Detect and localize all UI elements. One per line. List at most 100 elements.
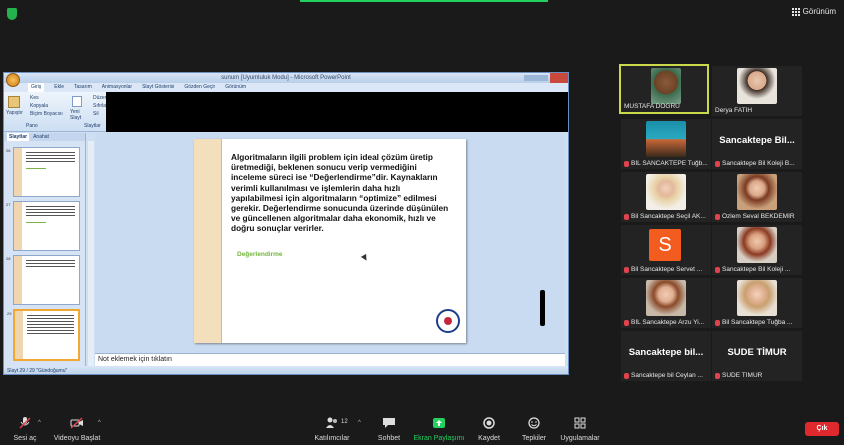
start-video-label: Videoyu Başlat — [53, 435, 101, 442]
participant-tile[interactable]: MUSTAFA DOĞRU — [619, 64, 709, 114]
muted-mic-icon — [715, 372, 720, 379]
participant-name: Bil Sancaktepe Seçil AK... — [624, 213, 709, 220]
video-options-chevron-icon[interactable]: ^ — [98, 420, 101, 426]
participant-tile[interactable]: S Bil Sancaktepe Servet ... — [621, 225, 711, 275]
participants-chevron-icon[interactable]: ^ — [358, 420, 361, 426]
slide-subtitle: Değerlendirme — [237, 251, 283, 258]
chat-label: Sohbet — [377, 435, 401, 442]
delete-label: Sil — [93, 111, 99, 117]
slide-body-text: Algoritmaların ilgili problem için ideal… — [231, 152, 449, 234]
muted-mic-icon — [624, 266, 629, 273]
shared-screen: sunum [Uyumluluk Modu] - Microsoft Power… — [3, 72, 569, 375]
muted-mic-icon — [715, 213, 720, 220]
participant-tile[interactable]: Bil Sancaktepe Seçil AK... — [621, 172, 711, 222]
view-button[interactable]: Görünüm — [791, 7, 836, 16]
ribbon-tabs: Giriş Ekle Tasarım Animasyonlar Slayt Gö… — [4, 83, 568, 92]
participant-video — [651, 68, 681, 104]
participant-name: Derya FATİH — [715, 107, 753, 114]
cut-label: Kes — [30, 95, 39, 101]
participant-tile[interactable]: BİL Sancaktepe Arzu Yi... — [621, 278, 711, 328]
participant-name: Bil Sancaktepe Servet ... — [624, 266, 709, 273]
slide-thumbnail: 28 — [6, 255, 80, 305]
thumb-number: 29 — [7, 311, 12, 316]
muted-mic-icon — [624, 160, 629, 167]
participants-button[interactable]: Katılımcılar — [312, 410, 352, 442]
record-button[interactable]: Kaydet — [474, 410, 504, 442]
slides-pane: Slaytlar Anahat 26 27 28 29 — [4, 133, 86, 366]
participant-avatar: S — [649, 229, 681, 261]
participant-display-name: Sancaktepe bil... — [628, 347, 704, 358]
redacted-ribbon-area — [106, 92, 568, 132]
participant-video — [737, 68, 777, 104]
participant-name: Sancaktepe Bil Koleji ... — [715, 266, 800, 273]
muted-mic-icon — [624, 319, 629, 326]
thumb-number: 28 — [6, 256, 11, 261]
slide-thumbnail: 27 — [6, 201, 80, 251]
ppt-title-bar: sunum [Uyumluluk Modu] - Microsoft Power… — [4, 73, 568, 83]
slide-thumbnail: 26 — [6, 147, 80, 197]
participant-video — [646, 174, 686, 210]
leave-meeting-button[interactable]: Çık — [805, 422, 839, 436]
participant-tile[interactable]: Bil Sancaktepe Tuğba ... — [712, 278, 802, 328]
tab-design: Tasarım — [74, 84, 92, 90]
participant-name: BİL Sancaktepe Arzu Yi... — [624, 319, 709, 326]
participant-tile[interactable]: BİL SANCAKTEPE Tuğb... — [621, 119, 711, 169]
record-icon — [483, 417, 495, 429]
participant-video — [737, 280, 777, 316]
top-bar: Görünüm — [0, 0, 844, 26]
participant-tile[interactable]: Sancaktepe Bil... Sancaktepe Bil Koleji … — [712, 119, 802, 169]
participant-name: MUSTAFA DOĞRU — [624, 103, 680, 110]
participant-display-name: SUDE TİMUR — [727, 347, 787, 358]
slide-thumbnail-selected: 29 — [7, 309, 80, 361]
apps-button[interactable]: Uygulamalar — [558, 410, 602, 442]
sharing-indicator-bar — [300, 0, 548, 2]
meeting-toolbar: Sesi aç ^ Videoyu Başlat ^ Katılımcılar … — [0, 410, 844, 445]
grid-view-icon — [791, 7, 800, 16]
slides-group-label: Slaytlar — [84, 123, 101, 129]
tab-slides: Slaytlar — [7, 133, 30, 141]
video-off-icon — [70, 417, 83, 429]
participant-tile[interactable]: Derya FATİH — [712, 66, 802, 116]
notes-pane: Not eklemek için tıklatın — [95, 353, 565, 366]
participant-name: Özlem Seval BEKDEMİR — [715, 213, 800, 220]
slide-editing-area: Algoritmaların ilgili problem için ideal… — [95, 133, 565, 353]
participant-tile[interactable]: SUDE TİMUR SUDE TİMUR — [712, 331, 802, 381]
tab-view: Görünüm — [225, 84, 247, 90]
tab-insert: Ekle — [54, 84, 65, 90]
zoom-meeting-window: Görünüm sunum [Uyumluluk Modu] - Microso… — [0, 0, 844, 445]
participant-display-name: Sancaktepe Bil... — [719, 135, 795, 146]
share-screen-button[interactable]: Ekran Paylaşımı — [412, 410, 466, 442]
reactions-button[interactable]: Tepkiler — [518, 410, 550, 442]
new-slide-label: Yeni Slayt — [70, 109, 82, 121]
participant-video — [646, 280, 686, 316]
window-controls — [524, 75, 548, 81]
paste-icon — [8, 96, 20, 108]
tab-animations: Animasyonlar — [101, 84, 133, 90]
paste-label: Yapıştır — [6, 110, 23, 116]
start-video-button[interactable]: Videoyu Başlat — [52, 410, 102, 442]
tab-slideshow: Slayt Gösterisi — [142, 84, 175, 90]
participant-video — [737, 174, 777, 210]
tab-review: Gözden Geçir — [184, 84, 216, 90]
slide-scroll-thumb — [540, 290, 545, 326]
participant-name: Bil Sancaktepe Tuğba ... — [715, 319, 800, 326]
unmute-label: Sesi aç — [13, 435, 37, 442]
record-label: Kaydet — [478, 435, 500, 442]
security-shield-icon[interactable] — [7, 8, 17, 20]
reactions-smiley-icon — [528, 417, 540, 429]
unmute-button[interactable]: Sesi aç — [10, 410, 40, 442]
share-screen-label: Ekran Paylaşımı — [413, 435, 465, 442]
audio-options-chevron-icon[interactable]: ^ — [38, 420, 41, 426]
slides-pane-scrollbar — [88, 141, 94, 366]
participant-name: Sancaktepe bil Ceylan ... — [624, 372, 709, 379]
muted-mic-icon — [715, 160, 720, 167]
new-slide-icon — [72, 96, 82, 107]
share-screen-icon — [433, 418, 445, 428]
participant-name: Sancaktepe Bil Koleji B... — [715, 160, 800, 167]
chat-button[interactable]: Sohbet — [372, 410, 406, 442]
participant-tile[interactable]: Sancaktepe bil... Sancaktepe bil Ceylan … — [621, 331, 711, 381]
participants-label: Katılımcılar — [314, 435, 350, 442]
office-button-icon — [6, 73, 20, 87]
participant-tile[interactable]: Sancaktepe Bil Koleji ... — [712, 225, 802, 275]
participant-tile[interactable]: Özlem Seval BEKDEMİR — [712, 172, 802, 222]
